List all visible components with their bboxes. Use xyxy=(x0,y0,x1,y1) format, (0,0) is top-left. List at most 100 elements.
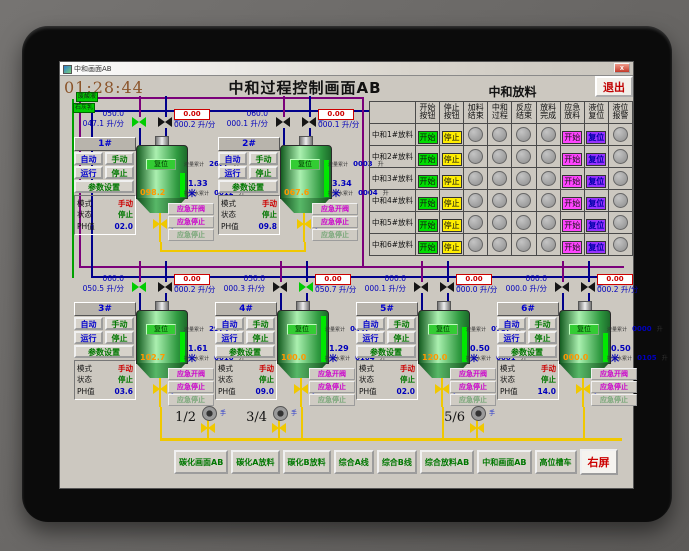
valve-icon[interactable] xyxy=(276,117,290,128)
nav-button[interactable]: 高位槽车 xyxy=(534,450,577,474)
manual-button[interactable]: 手动 xyxy=(105,317,134,330)
auto-button[interactable]: 自动 xyxy=(74,152,103,165)
stop-button[interactable]: 停止 xyxy=(528,331,557,344)
stop-button[interactable]: 停止 xyxy=(441,241,462,254)
level-reset-button[interactable]: 复位 xyxy=(586,131,607,144)
nav-button[interactable]: 中和画面AB xyxy=(477,450,532,474)
emergency-stop-button[interactable]: 应急停止 xyxy=(450,381,496,393)
nav-button[interactable]: 右屏 xyxy=(579,449,618,475)
level-reset-button[interactable]: 复位 xyxy=(586,175,607,188)
drain-valve-icon[interactable] xyxy=(470,423,484,434)
stop-button[interactable]: 停止 xyxy=(387,331,416,344)
emergency-stop2-button[interactable]: 应急停止 xyxy=(312,229,358,241)
emergency-start-button[interactable]: 开始 xyxy=(562,241,583,254)
level-reset-button[interactable]: 复位 xyxy=(586,197,607,210)
nav-button[interactable]: 综合A线 xyxy=(333,450,374,474)
emergency-stop2-button[interactable]: 应急停止 xyxy=(591,394,637,406)
manual-button[interactable]: 手动 xyxy=(105,152,134,165)
drain-valve-icon[interactable] xyxy=(153,384,167,395)
emergency-stop-button[interactable]: 应急停止 xyxy=(309,381,355,393)
valve-icon[interactable] xyxy=(440,282,454,293)
close-icon[interactable]: x xyxy=(614,63,630,73)
start-button[interactable]: 开始 xyxy=(417,241,438,254)
nav-button[interactable]: 综合放料AB xyxy=(419,450,475,474)
params-button[interactable]: 参数设置 xyxy=(74,180,134,193)
emergency-start-button[interactable]: 开始 xyxy=(562,219,583,232)
emergency-stop-button[interactable]: 应急停止 xyxy=(168,216,214,228)
stop-button[interactable]: 停止 xyxy=(441,219,462,232)
start-button[interactable]: 开始 xyxy=(417,197,438,210)
nav-button[interactable]: 综合B线 xyxy=(376,450,417,474)
valve-icon[interactable] xyxy=(273,282,287,293)
emergency-start-button[interactable]: 开始 xyxy=(562,197,583,210)
run-button[interactable]: 运行 xyxy=(356,331,385,344)
tank-reset-button[interactable]: 复位 xyxy=(287,324,317,335)
tank-reset-button[interactable]: 复位 xyxy=(290,159,320,170)
run-button[interactable]: 运行 xyxy=(218,166,247,179)
stop-button[interactable]: 停止 xyxy=(105,166,134,179)
valve-icon[interactable] xyxy=(581,282,595,293)
emergency-open-button[interactable]: 应急开阀 xyxy=(312,203,358,215)
tank-reset-button[interactable]: 复位 xyxy=(146,324,176,335)
valve-icon[interactable] xyxy=(414,282,428,293)
emergency-start-button[interactable]: 开始 xyxy=(562,131,583,144)
drain-valve-icon[interactable] xyxy=(201,423,215,434)
emergency-open-button[interactable]: 应急开阀 xyxy=(168,203,214,215)
auto-button[interactable]: 自动 xyxy=(218,152,247,165)
emergency-start-button[interactable]: 开始 xyxy=(562,153,583,166)
emergency-stop2-button[interactable]: 应急停止 xyxy=(309,394,355,406)
run-button[interactable]: 运行 xyxy=(497,331,526,344)
emergency-stop-button[interactable]: 应急停止 xyxy=(591,381,637,393)
stop-button[interactable]: 停止 xyxy=(249,166,278,179)
exit-button[interactable]: 退出 xyxy=(595,76,633,97)
valve-icon[interactable] xyxy=(158,282,172,293)
auto-button[interactable]: 自动 xyxy=(497,317,526,330)
stop-button[interactable]: 停止 xyxy=(441,131,462,144)
stop-button[interactable]: 停止 xyxy=(246,331,275,344)
drain-valve-icon[interactable] xyxy=(153,219,167,230)
emergency-open-button[interactable]: 应急开阀 xyxy=(591,368,637,380)
stop-button[interactable]: 停止 xyxy=(441,175,462,188)
tank-reset-button[interactable]: 复位 xyxy=(569,324,599,335)
start-button[interactable]: 开始 xyxy=(417,175,438,188)
start-button[interactable]: 开始 xyxy=(417,153,438,166)
emergency-stop2-button[interactable]: 应急停止 xyxy=(168,229,214,241)
params-button[interactable]: 参数设置 xyxy=(74,345,134,358)
emergency-open-button[interactable]: 应急开阀 xyxy=(450,368,496,380)
auto-button[interactable]: 自动 xyxy=(74,317,103,330)
nav-button[interactable]: 碳化A放料 xyxy=(231,450,280,474)
tank-reset-button[interactable]: 复位 xyxy=(428,324,458,335)
drain-valve-icon[interactable] xyxy=(294,384,308,395)
drain-valve-icon[interactable] xyxy=(576,384,590,395)
manual-button[interactable]: 手动 xyxy=(528,317,557,330)
start-button[interactable]: 开始 xyxy=(417,131,438,144)
run-button[interactable]: 运行 xyxy=(215,331,244,344)
start-button[interactable]: 开始 xyxy=(417,219,438,232)
level-reset-button[interactable]: 复位 xyxy=(586,241,607,254)
valve-icon[interactable] xyxy=(132,282,146,293)
manual-button[interactable]: 手动 xyxy=(387,317,416,330)
manual-button[interactable]: 手动 xyxy=(246,317,275,330)
run-button[interactable]: 运行 xyxy=(74,166,103,179)
params-button[interactable]: 参数设置 xyxy=(497,345,557,358)
stop-button[interactable]: 停止 xyxy=(441,197,462,210)
auto-button[interactable]: 自动 xyxy=(215,317,244,330)
valve-icon[interactable] xyxy=(299,282,313,293)
stop-button[interactable]: 停止 xyxy=(105,331,134,344)
auto-button[interactable]: 自动 xyxy=(356,317,385,330)
drain-valve-icon[interactable] xyxy=(297,219,311,230)
drain-valve-icon[interactable] xyxy=(435,384,449,395)
valve-icon[interactable] xyxy=(132,117,146,128)
emergency-open-button[interactable]: 应急开阀 xyxy=(309,368,355,380)
level-reset-button[interactable]: 复位 xyxy=(586,219,607,232)
params-button[interactable]: 参数设置 xyxy=(356,345,416,358)
nav-button[interactable]: 碳化画面AB xyxy=(174,450,229,474)
emergency-start-button[interactable]: 开始 xyxy=(562,175,583,188)
level-reset-button[interactable]: 复位 xyxy=(586,153,607,166)
valve-icon[interactable] xyxy=(158,117,172,128)
emergency-open-button[interactable]: 应急开阀 xyxy=(168,368,214,380)
valve-icon[interactable] xyxy=(302,117,316,128)
manual-button[interactable]: 手动 xyxy=(249,152,278,165)
emergency-stop-button[interactable]: 应急停止 xyxy=(312,216,358,228)
stop-button[interactable]: 停止 xyxy=(441,153,462,166)
